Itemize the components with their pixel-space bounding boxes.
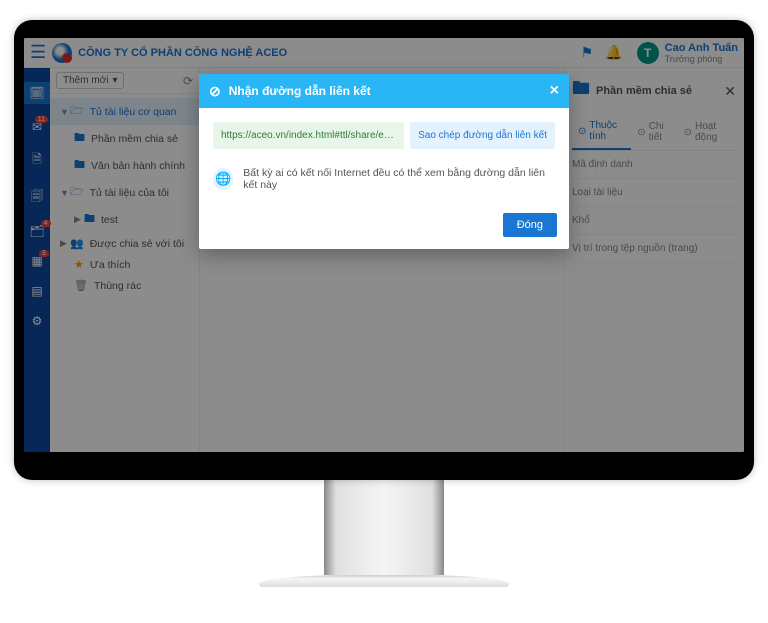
monitor-stand-base xyxy=(259,575,509,587)
share-info-text: Bất kỳ ai có kết nối Internet đều có thể… xyxy=(243,167,555,191)
modal-header: ⊘ Nhận đường dẫn liên kết × xyxy=(199,74,569,108)
monitor-bezel: ☰ CÔNG TY CỔ PHẦN CÔNG NGHỆ ACEO ⚑ 🔔 T C… xyxy=(14,20,754,480)
close-button[interactable]: Đóng xyxy=(503,213,557,237)
share-link-field[interactable]: https://aceo.vn/index.html#ttl/share/eyJ… xyxy=(213,122,404,149)
screen: ☰ CÔNG TY CỔ PHẦN CÔNG NGHỆ ACEO ⚑ 🔔 T C… xyxy=(24,38,744,452)
monitor-stand-neck xyxy=(324,480,444,575)
copy-link-button[interactable]: Sao chép đường dẫn liên kết xyxy=(410,122,555,149)
monitor-mockup: ☰ CÔNG TY CỔ PHẦN CÔNG NGHỆ ACEO ⚑ 🔔 T C… xyxy=(14,20,754,587)
globe-icon: 🌐 xyxy=(213,168,233,190)
modal-title: Nhận đường dẫn liên kết xyxy=(229,84,371,98)
link-icon: ⊘ xyxy=(209,83,221,100)
share-link-modal: ⊘ Nhận đường dẫn liên kết × https://aceo… xyxy=(199,74,569,249)
close-icon[interactable]: × xyxy=(550,82,559,100)
